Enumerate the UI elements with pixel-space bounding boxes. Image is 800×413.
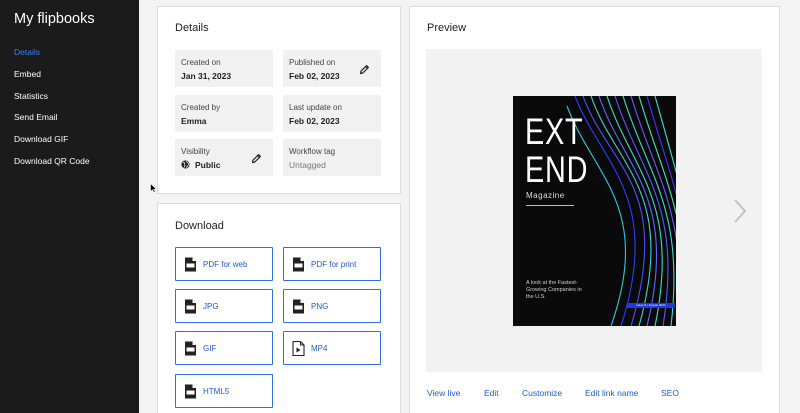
preview-title: Preview	[427, 22, 467, 34]
sidebar-nav: Details Embed Statistics Send Email Down…	[14, 47, 90, 178]
download-gif-button[interactable]: GIF	[175, 331, 273, 365]
sidebar-item-embed[interactable]: Embed	[14, 69, 90, 91]
visibility-value: Public	[195, 160, 221, 170]
pdf-file-icon	[185, 257, 196, 272]
html-file-icon	[185, 384, 196, 399]
download-jpg-button[interactable]: JPG	[175, 289, 273, 323]
workflow-tag-label: Workflow tag	[289, 147, 336, 156]
created-on-cell: Created on Jan 31, 2023	[175, 50, 273, 87]
flipbook-cover[interactable]: EXT END Magazine A look at the Fastest-G…	[513, 96, 676, 326]
created-by-label: Created by	[181, 103, 221, 112]
created-by-cell: Created by Emma	[175, 95, 273, 132]
last-update-value: Feb 02, 2023	[289, 116, 340, 126]
edit-link[interactable]: Edit	[484, 388, 499, 398]
sidebar-item-details[interactable]: Details	[14, 47, 90, 69]
download-png-button[interactable]: PNG	[283, 289, 381, 323]
last-update-label: Last update on	[289, 103, 342, 112]
download-png-label: PNG	[311, 302, 329, 311]
download-pdf-print-label: PDF for print	[311, 260, 357, 269]
workflow-tag-cell: Workflow tag Untagged	[283, 139, 381, 176]
pdf-file-icon	[293, 257, 304, 272]
visibility-label: Visibility	[181, 147, 210, 156]
png-file-icon	[293, 299, 304, 314]
last-update-cell: Last update on Feb 02, 2023	[283, 95, 381, 132]
download-mp4-label: MP4	[311, 344, 328, 353]
view-live-link[interactable]: View live	[427, 388, 460, 398]
cover-title-line-1: EXT	[525, 111, 584, 152]
download-html5-button[interactable]: HTML5	[175, 374, 273, 408]
jpg-file-icon	[185, 299, 196, 314]
created-on-value: Jan 31, 2023	[181, 71, 232, 81]
mouse-cursor-icon	[150, 183, 157, 193]
created-by-value: Emma	[181, 116, 207, 126]
download-html5-label: HTML5	[203, 387, 230, 396]
chevron-right-icon[interactable]	[733, 198, 747, 224]
workflow-tag-value: Untagged	[289, 160, 326, 170]
visibility-value-wrap: Public	[181, 160, 221, 170]
download-title: Download	[175, 220, 224, 232]
created-on-label: Created on	[181, 58, 221, 67]
download-mp4-button[interactable]: MP4	[283, 331, 381, 365]
cover-subtitle: Magazine	[526, 191, 565, 200]
cover-title-line-2: END	[525, 149, 589, 190]
published-on-cell: Published on Feb 02, 2023	[283, 50, 381, 87]
sidebar-item-statistics[interactable]: Statistics	[14, 91, 90, 113]
sidebar-item-send-email[interactable]: Send Email	[14, 112, 90, 134]
visibility-cell: Visibility Public	[175, 139, 273, 176]
sidebar-item-download-gif[interactable]: Download GIF	[14, 134, 90, 156]
cover-divider	[526, 205, 574, 206]
sidebar: My flipbooks Details Embed Statistics Se…	[0, 0, 139, 413]
cover-issue-badge: Issue 8 • August 2024	[627, 303, 675, 308]
edit-pencil-icon[interactable]	[359, 64, 370, 75]
download-gif-label: GIF	[203, 344, 217, 353]
published-on-value: Feb 02, 2023	[289, 71, 340, 81]
details-title: Details	[175, 22, 209, 34]
mp4-file-icon	[292, 341, 305, 356]
edit-link-name-link[interactable]: Edit link name	[585, 388, 638, 398]
gif-file-icon	[185, 341, 196, 356]
download-jpg-label: JPG	[203, 302, 219, 311]
sidebar-title: My flipbooks	[14, 11, 95, 27]
published-on-label: Published on	[289, 58, 336, 67]
edit-visibility-pencil-icon[interactable]	[251, 153, 262, 164]
customize-link[interactable]: Customize	[522, 388, 562, 398]
download-pdf-web-button[interactable]: PDF for web	[175, 247, 273, 281]
download-pdf-print-button[interactable]: PDF for print	[283, 247, 381, 281]
cover-tagline: A look at the Fastest-Growing Companies …	[526, 280, 582, 300]
download-pdf-web-label: PDF for web	[203, 260, 248, 269]
sidebar-item-download-qr-code[interactable]: Download QR Code	[14, 156, 90, 178]
globe-icon	[181, 160, 190, 169]
seo-link[interactable]: SEO	[661, 388, 679, 398]
